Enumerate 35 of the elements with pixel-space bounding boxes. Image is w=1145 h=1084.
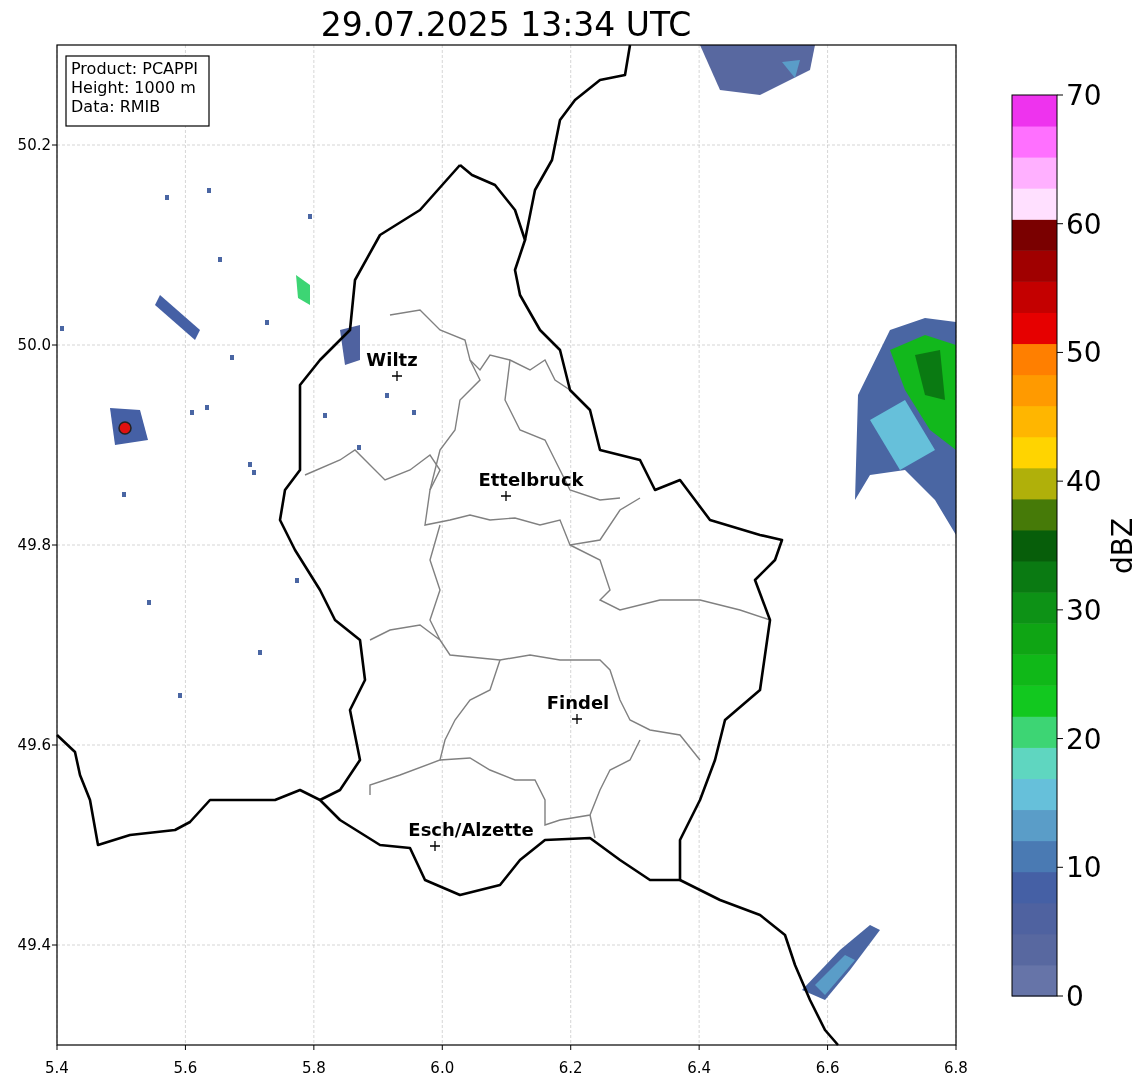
x-tick-label: 6.0 xyxy=(430,1059,455,1077)
y-tick-label: 50.0 xyxy=(17,336,51,354)
city-label: Wiltz xyxy=(366,349,418,370)
y-tick-label: 49.8 xyxy=(17,536,51,554)
colorbar-tick-label: 70 xyxy=(1066,79,1102,112)
x-tick-label: 6.8 xyxy=(944,1059,968,1077)
info-text: Product: PCAPPI xyxy=(71,59,198,78)
city-label: Ettelbruck xyxy=(478,469,584,490)
chart-title: 29.07.2025 13:34 UTC xyxy=(320,5,692,44)
x-tick-label: 5.4 xyxy=(45,1059,69,1077)
city-marker xyxy=(500,490,512,502)
colorbar-tick-label: 50 xyxy=(1066,336,1102,370)
info-text: Data: RMIB xyxy=(71,97,161,116)
colorbar-tick-label: 10 xyxy=(1066,851,1102,885)
city-label: Esch/Alzette xyxy=(408,819,534,840)
info-text: Height: 1000 m xyxy=(71,78,196,97)
x-tick-label: 6.4 xyxy=(687,1059,712,1077)
city-marker xyxy=(391,370,403,382)
city-marker xyxy=(429,840,441,852)
x-tick-label: 6.2 xyxy=(558,1059,583,1077)
colorbar-tick-label: 60 xyxy=(1066,207,1102,241)
city-label: Findel xyxy=(546,692,610,713)
city-marker xyxy=(571,713,583,725)
x-tick-label: 5.8 xyxy=(301,1059,326,1077)
radar-site-marker xyxy=(118,421,132,435)
y-tick-label: 49.6 xyxy=(17,736,51,754)
colorbar-tick-label: 30 xyxy=(1066,593,1102,627)
colorbar-tick-label: 0 xyxy=(1066,980,1084,1013)
x-tick-label: 5.6 xyxy=(173,1059,198,1077)
x-tick-label: 6.6 xyxy=(815,1059,840,1077)
colorbar-tick-label: 40 xyxy=(1066,465,1102,499)
y-tick-label: 50.2 xyxy=(17,136,51,154)
colorbar-tick-label: 20 xyxy=(1066,722,1102,756)
y-tick-label: 49.4 xyxy=(17,936,51,954)
colorbar-label: dBZ xyxy=(1106,517,1139,575)
